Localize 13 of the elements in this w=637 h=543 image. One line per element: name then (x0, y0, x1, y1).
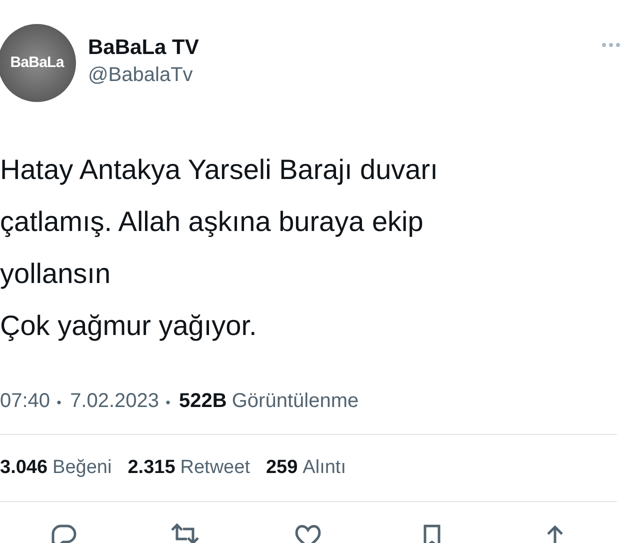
tweet-time[interactable]: 07:40 (0, 386, 50, 416)
stat-link[interactable]: 2.315 Retweet (128, 454, 250, 482)
stat-link[interactable]: 259 Alıntı (266, 454, 346, 482)
stat-link[interactable]: 3.046 Beğeni (0, 454, 112, 482)
logo-text: BaBaLa (10, 52, 64, 73)
avatar[interactable]: BaBaLa (0, 24, 76, 102)
tweet-text-line: Hatay Antakya Yarseli Barajı duvarı (0, 153, 439, 187)
author-name[interactable]: BaBaLa TV (88, 34, 199, 62)
tweet-text-line: yollansın (0, 257, 112, 291)
tweet-text-line: çatlamış. Allah aşkına buraya ekip (0, 205, 424, 239)
views-label: Görüntülenme (232, 389, 359, 414)
tweet-text-line: Çok yağmur yağıyor. (0, 309, 258, 343)
author-handle: @BabalaTv (88, 63, 194, 88)
